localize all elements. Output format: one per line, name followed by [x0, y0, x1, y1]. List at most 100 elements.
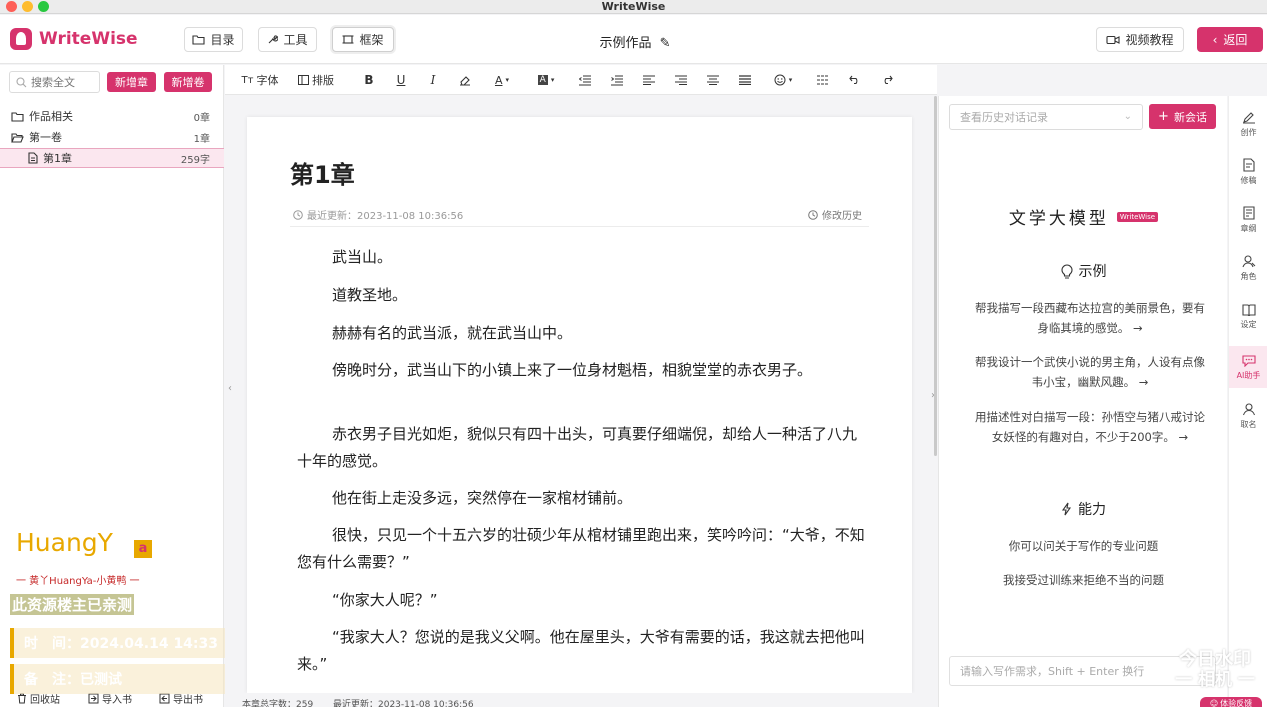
logo-icon — [10, 28, 32, 50]
search-icon — [16, 76, 27, 87]
document-title[interactable]: 示例作品 ✎ — [560, 32, 710, 51]
title-divider — [290, 226, 869, 227]
emoji-icon[interactable]: ▾ — [771, 70, 795, 90]
layout-button[interactable]: 排版 — [295, 70, 337, 90]
tree-item-works-related[interactable]: 作品相关 0章 — [0, 106, 224, 126]
paragraph[interactable]: 他在街上走没多远，突然停在一家棺材铺前。 — [297, 485, 867, 512]
folder-open-icon — [11, 132, 24, 143]
rail-label: 取名 — [1240, 420, 1257, 429]
import-icon — [88, 693, 99, 703]
paragraph[interactable]: 武当山。 — [297, 244, 867, 271]
underline-icon[interactable]: U — [393, 70, 409, 90]
highlight-color-icon[interactable]: A ▾ — [535, 70, 557, 90]
chevron-left-icon: ‹ — [1212, 32, 1218, 47]
watermark-note: 备 注：已测试 — [10, 664, 225, 694]
right-rail: 创作 修稿 章纲 角色 设定 AI助手 取名 — [1228, 96, 1267, 707]
capabilities-title: 能力 — [1078, 502, 1106, 518]
paragraph[interactable]: 傍晚时分，武当山下的小镇上来了一位身材魁梧，相貌堂堂的赤衣男子。 — [297, 357, 867, 384]
capability-item: 我接受过训练来拒绝不当的问题 — [1003, 573, 1164, 587]
folder-icon — [11, 111, 24, 122]
catalog-button[interactable]: 目录 — [184, 27, 243, 52]
watermark-camera-line1: 今日水印 — [1179, 649, 1251, 670]
chat-input-placeholder: 请输入写作需求，Shift + Enter 换行 — [960, 665, 1145, 678]
tree-item-count: 259字 — [180, 154, 210, 166]
chapter-title[interactable]: 第1章 — [290, 155, 355, 190]
window-titlebar: WriteWise — [0, 0, 1267, 14]
character-icon — [1241, 255, 1255, 268]
last-updated: 最近更新：2023-11-08 10:36:56 — [293, 207, 463, 222]
align-left-icon[interactable] — [641, 70, 657, 90]
rail-item-character[interactable]: 角色 — [1229, 248, 1267, 288]
undo-icon[interactable] — [847, 70, 863, 90]
align-justify-icon[interactable] — [737, 70, 753, 90]
rail-item-create[interactable]: 创作 — [1229, 104, 1267, 144]
rail-label: 角色 — [1240, 272, 1257, 281]
align-right-icon[interactable] — [673, 70, 689, 90]
video-tutorial-label: 视频教程 — [1125, 33, 1174, 47]
outline-icon — [1242, 206, 1255, 220]
paragraph[interactable]: “你家大人呢？” — [297, 587, 867, 614]
video-tutorial-button[interactable]: 视频教程 — [1096, 27, 1184, 52]
indent-icon[interactable] — [609, 70, 625, 90]
lightbulb-icon — [1060, 264, 1073, 279]
history-button[interactable]: 修改历史 — [808, 207, 862, 222]
app-header: WriteWise 目录 工具 框架 示例作品 ✎ 视频教程 ‹ 返回 — [0, 15, 1267, 64]
editor-scrollbar[interactable] — [934, 96, 937, 456]
trash-icon — [18, 693, 26, 703]
clock-icon — [293, 209, 303, 220]
bold-icon[interactable]: B — [361, 70, 377, 90]
italic-icon[interactable]: I — [425, 70, 441, 90]
search-input[interactable] — [31, 75, 91, 89]
editor-paper[interactable]: 第1章 最近更新：2023-11-08 10:36:56 修改历史 武当山。 道… — [247, 117, 912, 693]
user-icon — [1242, 403, 1255, 416]
paragraph[interactable]: 道教圣地。 — [297, 282, 867, 309]
back-button[interactable]: ‹ 返回 — [1197, 27, 1263, 52]
watermark-time-text: 时 间：2024.04.14 14:33 — [24, 636, 219, 652]
rail-label: 章纲 — [1240, 224, 1257, 233]
outdent-icon[interactable] — [577, 70, 593, 90]
eraser-icon[interactable] — [457, 70, 473, 90]
new-chapter-button[interactable]: 新增章 — [107, 72, 156, 92]
rail-label: AI助手 — [1236, 370, 1261, 380]
font-button[interactable]: Tт 字体 — [239, 70, 281, 90]
rail-item-settings[interactable]: 设定 — [1229, 296, 1267, 336]
paragraph[interactable]: 赤衣男子目光如炬，貌似只有四十出头，可真要仔细端倪，却给人一种活了八九十年的感觉… — [297, 421, 867, 475]
frame-button[interactable]: 框架 — [332, 27, 394, 52]
new-volume-button[interactable]: 新增卷 — [164, 72, 212, 92]
tree-item-volume-1[interactable]: 第一卷 1章 — [0, 127, 224, 147]
font-color-icon[interactable]: A ▾ — [491, 70, 513, 90]
clock-icon — [808, 209, 818, 220]
example-prompt[interactable]: 用描述性对白描写一段：孙悟空与猪八戒讨论女妖怪的有趣对白，不少于200字。 → — [975, 407, 1205, 447]
rail-item-outline[interactable]: 章纲 — [1229, 200, 1267, 240]
align-center-icon[interactable] — [705, 70, 721, 90]
catalog-label: 目录 — [210, 33, 235, 47]
example-prompt[interactable]: 帮我描写一段西藏布达拉宫的美丽景色，要有身临其境的感觉。 → — [975, 298, 1205, 338]
collapse-sidebar-icon[interactable]: ‹ — [225, 376, 235, 400]
model-title-text: 文学大模型 — [1008, 209, 1109, 229]
new-chat-button[interactable]: + 新会话 — [1149, 104, 1216, 129]
watermark-tested-text: 此资源楼主已亲测 — [10, 594, 135, 615]
last-updated-text: 最近更新：2023-11-08 10:36:56 — [307, 211, 464, 222]
rail-item-naming[interactable]: 取名 — [1229, 396, 1267, 436]
tools-button[interactable]: 工具 — [258, 27, 317, 52]
edit-title-icon[interactable]: ✎ — [660, 36, 671, 51]
example-prompt[interactable]: 帮我设计一个武侠小说的男主角，人设有点像韦小宝，幽默风趣。 → — [975, 352, 1205, 392]
paragraph[interactable]: 很快，只见一个十五六岁的壮硕少年从棺材铺里跑出来，笑吟吟问：“大爷，不知您有什么… — [297, 522, 867, 576]
plus-icon: + — [1158, 109, 1169, 124]
examples-heading: 示例 — [939, 261, 1228, 281]
chat-history-select[interactable]: 查看历史对话记录 ⌄ — [949, 104, 1143, 130]
watermark-note-text: 备 注：已测试 — [24, 672, 122, 688]
horizontal-rule-icon[interactable] — [815, 70, 831, 90]
new-chat-label: 新会话 — [1173, 110, 1207, 124]
rail-label: 创作 — [1240, 128, 1257, 137]
rail-item-revise[interactable]: 修稿 — [1229, 152, 1267, 192]
paragraph[interactable]: 赫赫有名的武当派，就在武当山中。 — [297, 320, 867, 347]
rail-item-ai-assistant[interactable]: AI助手 — [1229, 346, 1267, 388]
search-box[interactable] — [9, 71, 100, 93]
feedback-button[interactable]: ☺ 体验反馈 — [1200, 697, 1262, 707]
editor-toolbar: Tт 字体 排版 B U I A ▾ A ▾ ▾ — [225, 65, 937, 95]
redo-icon[interactable] — [879, 70, 895, 90]
model-title: 文学大模型 WriteWise — [939, 204, 1228, 229]
paragraph[interactable]: “我家大人？您说的是我义父啊。他在屋里头，大爷有需要的话，我这就去把他叫来。” — [297, 624, 867, 678]
tree-item-chapter-1[interactable]: 第1章 259字 — [0, 148, 224, 168]
